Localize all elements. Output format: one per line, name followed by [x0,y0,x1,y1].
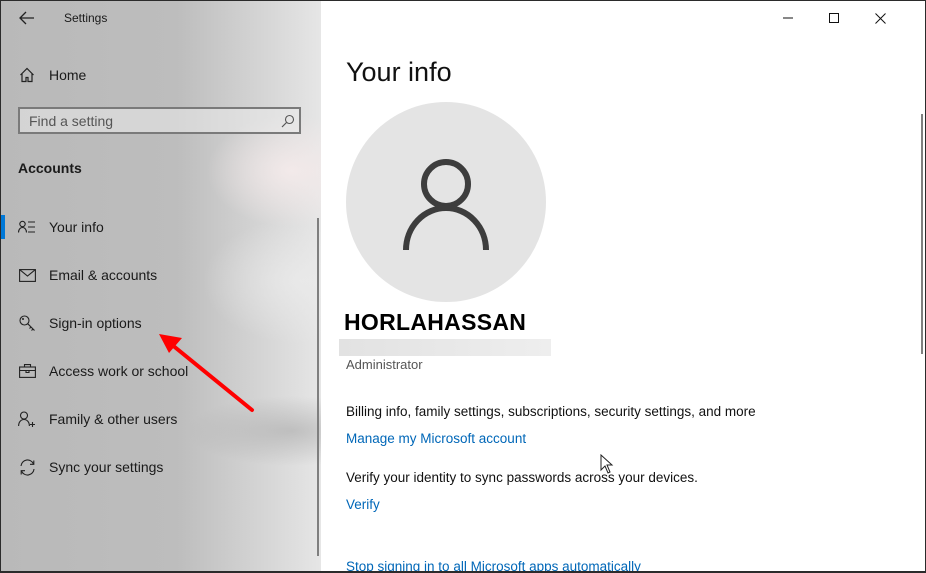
key-icon [17,314,37,332]
app-title: Settings [64,11,108,25]
user-role: Administrator [346,357,423,372]
sidebar-item-family-other-users[interactable]: Family & other users [1,395,311,443]
avatar[interactable] [346,102,546,302]
person-add-icon [17,410,37,428]
close-button[interactable] [857,1,903,35]
sidebar-nav: Your info Email & accounts Sign-in optio… [1,203,311,491]
sidebar-item-label: Email & accounts [49,267,158,283]
sidebar-item-label: Sync your settings [49,459,164,475]
maximize-icon [829,13,839,23]
search-icon[interactable] [277,114,299,128]
search-input[interactable] [20,111,277,130]
sidebar-item-label: Family & other users [49,411,178,427]
sidebar-item-your-info[interactable]: Your info [1,203,311,251]
back-button[interactable] [13,5,41,31]
maximize-button[interactable] [811,1,857,35]
back-arrow-icon [19,11,34,25]
user-avatar-icon [403,159,489,251]
person-list-icon [17,220,37,234]
verify-link[interactable]: Verify [346,497,380,512]
briefcase-icon [17,364,37,378]
user-name: HORLAHASSAN [344,309,527,335]
sidebar-item-home[interactable]: Home [1,61,301,89]
redacted-email [339,339,551,356]
home-label: Home [49,67,87,83]
sidebar-item-access-work-or-school[interactable]: Access work or school [1,347,311,395]
sidebar-item-sign-in-options[interactable]: Sign-in options [1,299,311,347]
sidebar-item-label: Sign-in options [49,315,142,331]
sidebar: Settings Home Accounts Your info [1,1,321,571]
minimize-button[interactable] [765,1,811,35]
manage-account-link[interactable]: Manage my Microsoft account [346,431,526,446]
billing-description: Billing info, family settings, subscript… [346,404,756,419]
sidebar-item-sync-settings[interactable]: Sync your settings [1,443,311,491]
search-box[interactable] [18,107,301,134]
verify-description: Verify your identity to sync passwords a… [346,470,698,485]
settings-window: Settings Home Accounts Your info [0,0,926,573]
minimize-icon [783,17,793,19]
page-title: Your info [346,57,452,87]
envelope-icon [17,268,37,282]
active-indicator [1,215,5,239]
sidebar-item-label: Access work or school [49,363,189,379]
main-content: Your info HORLAHASSAN Administrator Bill… [321,1,925,571]
section-title: Accounts [18,160,82,176]
home-icon [18,67,36,83]
sidebar-item-label: Your info [49,219,104,235]
stop-signing-in-link[interactable]: Stop signing in to all Microsoft apps au… [346,559,641,571]
sidebar-scrollbar[interactable] [317,218,319,556]
sync-icon [17,458,37,476]
close-icon [874,12,886,24]
main-scrollbar[interactable] [921,114,923,354]
sidebar-item-email-accounts[interactable]: Email & accounts [1,251,311,299]
